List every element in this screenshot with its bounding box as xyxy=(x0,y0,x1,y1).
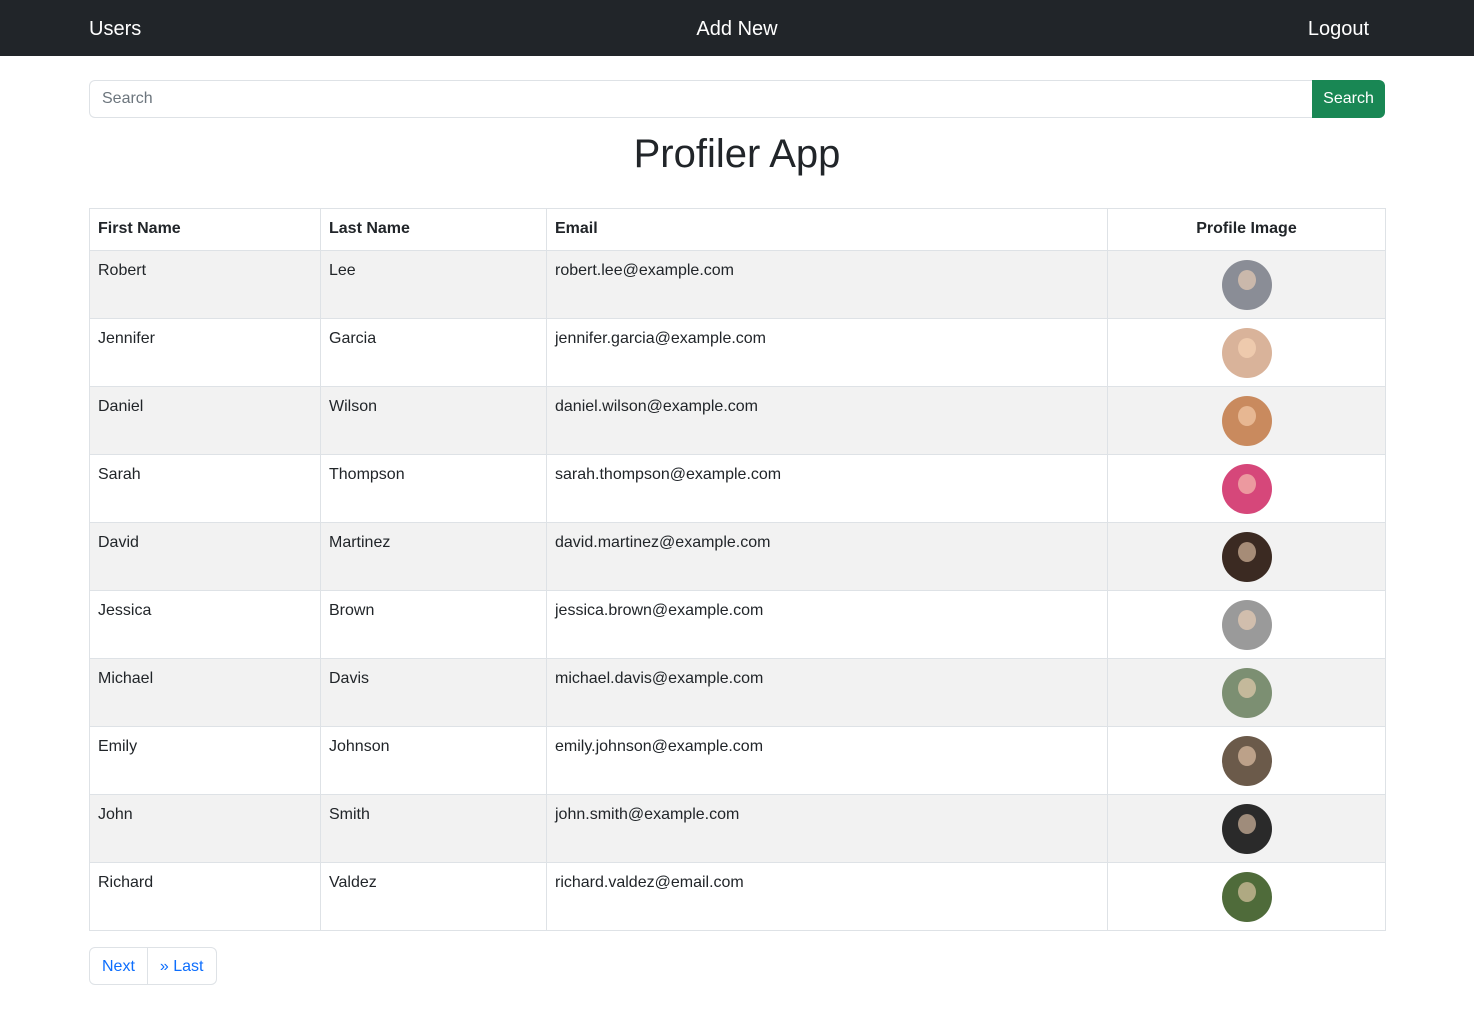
cell-first-name: Jessica xyxy=(89,590,321,659)
table-row: Daniel Wilson daniel.wilson@example.com xyxy=(89,386,1386,455)
nav-logout-link[interactable]: Logout xyxy=(1308,0,1369,56)
table-row: Emily Johnson emily.johnson@example.com xyxy=(89,726,1386,795)
cell-profile-image xyxy=(1107,250,1386,319)
cell-email: richard.valdez@email.com xyxy=(546,862,1108,931)
pagination-last-link[interactable]: » Last xyxy=(147,947,217,985)
cell-last-name: Lee xyxy=(320,250,547,319)
cell-first-name: Daniel xyxy=(89,386,321,455)
cell-profile-image xyxy=(1107,590,1386,659)
avatar xyxy=(1221,532,1272,582)
cell-last-name: Garcia xyxy=(320,318,547,387)
search-form: Search xyxy=(89,80,1385,118)
cell-profile-image xyxy=(1107,726,1386,795)
avatar xyxy=(1221,804,1272,854)
main-container: Search Profiler App First Name Last Name… xyxy=(89,56,1386,985)
avatar xyxy=(1221,396,1272,446)
cell-profile-image xyxy=(1107,862,1386,931)
pagination-next-link[interactable]: Next xyxy=(89,947,148,985)
table-row: Robert Lee robert.lee@example.com xyxy=(89,250,1386,319)
cell-first-name: John xyxy=(89,794,321,863)
table-row: Jennifer Garcia jennifer.garcia@example.co… xyxy=(89,318,1386,387)
cell-email: sarah.thompson@example.com xyxy=(546,454,1108,523)
nav-users-link[interactable]: Users xyxy=(89,0,141,56)
table-row: John Smith john.smith@example.com xyxy=(89,794,1386,863)
cell-profile-image xyxy=(1107,386,1386,455)
cell-last-name: Johnson xyxy=(320,726,547,795)
pagination: Next » Last xyxy=(89,947,1385,985)
header-last-name: Last Name xyxy=(320,208,547,251)
table-header-row: First Name Last Name Email Profile Image xyxy=(89,208,1386,251)
cell-email: jessica.brown@example.com xyxy=(546,590,1108,659)
cell-profile-image xyxy=(1107,522,1386,591)
cell-last-name: Martinez xyxy=(320,522,547,591)
cell-first-name: Sarah xyxy=(89,454,321,523)
cell-profile-image xyxy=(1107,658,1386,727)
header-profile-image: Profile Image xyxy=(1107,208,1386,251)
page-title: Profiler App xyxy=(633,132,841,176)
cell-email: daniel.wilson@example.com xyxy=(546,386,1108,455)
cell-last-name: Valdez xyxy=(320,862,547,931)
cell-email: john.smith@example.com xyxy=(546,794,1108,863)
header-email: Email xyxy=(546,208,1108,251)
cell-email: robert.lee@example.com xyxy=(546,250,1108,319)
table-row: Sarah Thompson sarah.thompson@example.com xyxy=(89,454,1386,523)
cell-email: michael.davis@example.com xyxy=(546,658,1108,727)
avatar xyxy=(1221,600,1272,650)
table-body: Robert Lee robert.lee@example.com Jennifer G… xyxy=(89,250,1386,931)
cell-email: emily.johnson@example.com xyxy=(546,726,1108,795)
cell-last-name: Davis xyxy=(320,658,547,727)
cell-profile-image xyxy=(1107,318,1386,387)
cell-first-name: David xyxy=(89,522,321,591)
table-row: Richard Valdez richard.valdez@email.com xyxy=(89,862,1386,931)
cell-first-name: Jennifer xyxy=(89,318,321,387)
cell-last-name: Thompson xyxy=(320,454,547,523)
avatar xyxy=(1221,668,1272,718)
search-input[interactable] xyxy=(89,80,1312,118)
top-navbar: Users Add New Logout xyxy=(0,0,1474,56)
cell-profile-image xyxy=(1107,454,1386,523)
cell-last-name: Brown xyxy=(320,590,547,659)
users-table: First Name Last Name Email Profile Image… xyxy=(89,208,1386,931)
cell-last-name: Wilson xyxy=(320,386,547,455)
search-button[interactable]: Search xyxy=(1312,80,1385,118)
avatar xyxy=(1221,328,1272,378)
avatar xyxy=(1221,872,1272,922)
table-row: Jessica Brown jessica.brown@example.com xyxy=(89,590,1386,659)
cell-first-name: Richard xyxy=(89,862,321,931)
cell-first-name: Emily xyxy=(89,726,321,795)
cell-last-name: Smith xyxy=(320,794,547,863)
cell-email: david.martinez@example.com xyxy=(546,522,1108,591)
cell-first-name: Michael xyxy=(89,658,321,727)
table-row: David Martinez david.martinez@example.com xyxy=(89,522,1386,591)
avatar xyxy=(1221,260,1272,310)
cell-profile-image xyxy=(1107,794,1386,863)
avatar xyxy=(1221,464,1272,514)
table-row: Michael Davis michael.davis@example.com xyxy=(89,658,1386,727)
cell-first-name: Robert xyxy=(89,250,321,319)
avatar xyxy=(1221,736,1272,786)
nav-add-new-link[interactable]: Add New xyxy=(667,0,807,56)
cell-email: jennifer.garcia@example.com xyxy=(546,318,1108,387)
header-first-name: First Name xyxy=(89,208,321,251)
